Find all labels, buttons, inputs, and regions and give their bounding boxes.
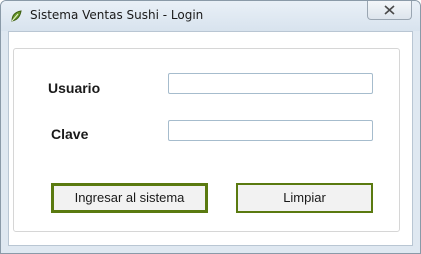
limpiar-button[interactable]: Limpiar (236, 183, 373, 213)
close-button[interactable] (367, 1, 412, 20)
leaf-icon (9, 9, 23, 23)
clave-label: Clave (51, 126, 89, 142)
ingresar-button[interactable]: Ingresar al sistema (51, 183, 208, 213)
clave-input[interactable] (168, 120, 373, 141)
usuario-input[interactable] (168, 73, 373, 94)
close-icon (384, 5, 395, 15)
title-bar[interactable]: Sistema Ventas Sushi - Login (1, 1, 420, 31)
window-title: Sistema Ventas Sushi - Login (30, 8, 204, 22)
usuario-label: Usuario (48, 80, 101, 96)
